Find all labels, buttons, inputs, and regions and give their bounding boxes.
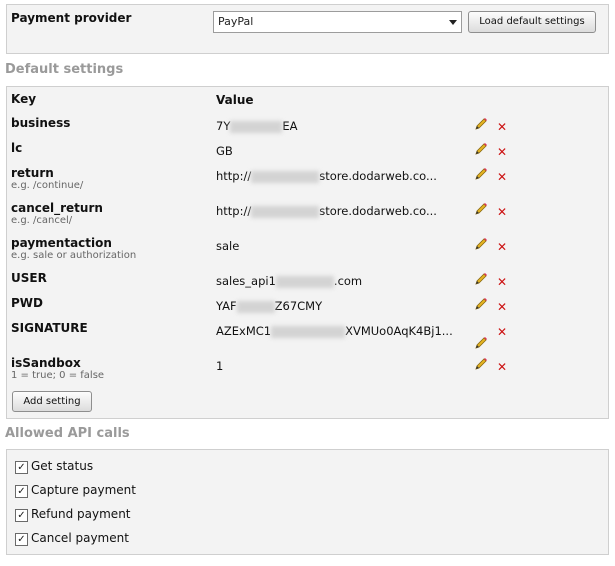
pencil-icon[interactable] bbox=[473, 116, 489, 132]
pencil-icon[interactable] bbox=[473, 201, 489, 217]
delete-icon[interactable]: ✕ bbox=[497, 206, 507, 218]
pencil-icon[interactable] bbox=[473, 296, 489, 312]
setting-key: USER bbox=[11, 271, 47, 285]
setting-key: SIGNATURE bbox=[11, 321, 88, 335]
delete-icon[interactable]: ✕ bbox=[497, 276, 507, 288]
payment-provider-label: Payment provider bbox=[11, 11, 132, 25]
setting-value: http://store.dodarweb.co... bbox=[216, 204, 437, 218]
setting-key: business bbox=[11, 116, 71, 130]
api-call-label: Get status bbox=[31, 459, 94, 473]
load-default-settings-button[interactable]: Load default settings bbox=[468, 11, 596, 33]
allowed-api-calls-title: Allowed API calls bbox=[5, 426, 130, 441]
checkbox-cancel-payment[interactable]: ✓ bbox=[15, 533, 28, 546]
column-header-key: Key bbox=[11, 92, 37, 106]
setting-key: lc bbox=[11, 141, 23, 155]
api-call-label: Cancel payment bbox=[31, 531, 129, 545]
api-call-label: Capture payment bbox=[31, 483, 136, 497]
delete-icon[interactable]: ✕ bbox=[497, 361, 507, 373]
setting-hint: e.g. sale or authorization bbox=[11, 250, 137, 261]
chevron-down-icon[interactable] bbox=[449, 20, 457, 25]
column-header-value: Value bbox=[216, 93, 254, 107]
payment-provider-selected-value: PayPal bbox=[218, 15, 254, 28]
setting-value: GB bbox=[216, 144, 233, 158]
checkbox-refund-payment[interactable]: ✓ bbox=[15, 509, 28, 522]
setting-hint: e.g. /cancel/ bbox=[11, 215, 73, 226]
setting-value: 1 bbox=[216, 359, 224, 373]
setting-hint: e.g. /continue/ bbox=[11, 180, 84, 191]
setting-key: cancel_return bbox=[11, 201, 103, 215]
api-call-label: Refund payment bbox=[31, 507, 131, 521]
payment-provider-panel: Payment provider PayPal Load default set… bbox=[6, 4, 609, 54]
setting-value: 7Y EA bbox=[216, 119, 298, 133]
delete-icon[interactable]: ✕ bbox=[497, 241, 507, 253]
delete-icon[interactable]: ✕ bbox=[497, 121, 507, 133]
setting-key: return bbox=[11, 166, 54, 180]
payment-provider-select[interactable]: PayPal bbox=[213, 11, 462, 33]
allowed-api-calls-panel: ✓ Get status ✓ Capture payment ✓ Refund … bbox=[6, 449, 609, 555]
pencil-icon[interactable] bbox=[473, 271, 489, 287]
setting-value: sale bbox=[216, 239, 240, 253]
pencil-icon[interactable] bbox=[473, 356, 489, 372]
delete-icon[interactable]: ✕ bbox=[497, 326, 507, 338]
pencil-icon[interactable] bbox=[473, 141, 489, 157]
setting-key: isSandbox bbox=[11, 356, 81, 370]
checkbox-get-status[interactable]: ✓ bbox=[15, 461, 28, 474]
pencil-icon[interactable] bbox=[473, 335, 489, 351]
delete-icon[interactable]: ✕ bbox=[497, 171, 507, 183]
pencil-icon[interactable] bbox=[473, 236, 489, 252]
default-settings-panel: Key Value business 7Y EA ✕ lc GB ✕ return… bbox=[6, 86, 609, 419]
delete-icon[interactable]: ✕ bbox=[497, 301, 507, 313]
setting-value: AZExMC1 XVMUo0AqK4Bj1... bbox=[216, 324, 453, 338]
setting-key: PWD bbox=[11, 296, 43, 310]
add-setting-button[interactable]: Add setting bbox=[12, 391, 92, 412]
pencil-icon[interactable] bbox=[473, 166, 489, 182]
setting-hint: 1 = true; 0 = false bbox=[11, 370, 105, 381]
setting-value: http://store.dodarweb.co... bbox=[216, 169, 437, 183]
setting-value: YAF Z67CMY bbox=[216, 299, 323, 313]
setting-value: sales_api1 .com bbox=[216, 274, 363, 288]
checkbox-capture-payment[interactable]: ✓ bbox=[15, 485, 28, 498]
delete-icon[interactable]: ✕ bbox=[497, 146, 507, 158]
default-settings-title: Default settings bbox=[5, 62, 124, 77]
setting-key: paymentaction bbox=[11, 236, 112, 250]
